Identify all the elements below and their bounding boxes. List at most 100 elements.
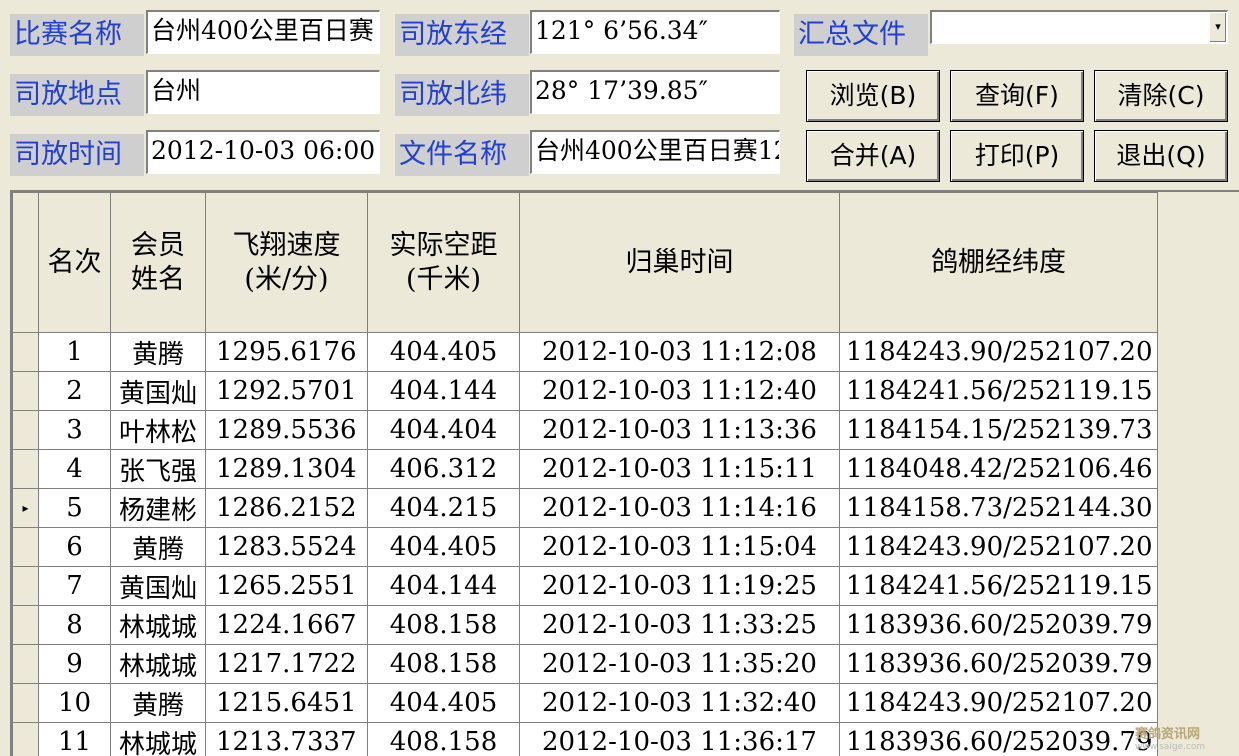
column-header-distance[interactable]: 实际空距 (千米) <box>367 192 520 333</box>
cell-speed[interactable]: 1286.2152 <box>205 488 368 528</box>
table-row[interactable]: ▸ 5 杨建彬 1286.2152 404.215 2012-10-03 11:14:16… <box>12 488 1158 528</box>
cell-distance[interactable]: 404.144 <box>367 371 520 411</box>
table-row[interactable]: 2 黄国灿 1292.5701 404.144 2012-10-03 11:12:40 1… <box>12 371 1158 411</box>
merge-button[interactable]: 合并(A) <box>806 130 940 182</box>
cell-rank[interactable]: 7 <box>38 566 111 606</box>
table-row[interactable]: 4 张飞强 1289.1304 406.312 2012-10-03 11:15:11 1… <box>12 449 1158 489</box>
cell-member[interactable]: 黄腾 <box>110 527 206 567</box>
cell-loft-coords[interactable]: 1183936.60/252039.79 <box>839 644 1158 684</box>
cell-distance[interactable]: 404.405 <box>367 527 520 567</box>
cell-speed[interactable]: 1265.2551 <box>205 566 368 606</box>
row-selector[interactable] <box>12 683 39 723</box>
cell-rank[interactable]: 3 <box>38 410 111 450</box>
cell-loft-coords[interactable]: 1184154.15/252139.73 <box>839 410 1158 450</box>
cell-speed[interactable]: 1289.1304 <box>205 449 368 489</box>
row-selector[interactable]: ▸ <box>12 488 39 528</box>
cell-arrival-time[interactable]: 2012-10-03 11:36:17 <box>519 722 840 756</box>
latitude-input[interactable]: 28° 17’39.85″ <box>530 70 780 114</box>
row-selector[interactable] <box>12 449 39 489</box>
cell-member[interactable]: 黄腾 <box>110 332 206 372</box>
query-button[interactable]: 查询(F) <box>950 70 1084 122</box>
release-time-input[interactable]: 2012-10-03 06:00 <box>146 130 380 174</box>
cell-rank[interactable]: 9 <box>38 644 111 684</box>
row-selector[interactable] <box>12 527 39 567</box>
table-row[interactable]: 1 黄腾 1295.6176 404.405 2012-10-03 11:12:08 11… <box>12 332 1158 372</box>
cell-member[interactable]: 张飞强 <box>110 449 206 489</box>
cell-arrival-time[interactable]: 2012-10-03 11:15:04 <box>519 527 840 567</box>
cell-distance[interactable]: 404.215 <box>367 488 520 528</box>
cell-distance[interactable]: 404.405 <box>367 683 520 723</box>
cell-member[interactable]: 林城城 <box>110 722 206 756</box>
cell-arrival-time[interactable]: 2012-10-03 11:15:11 <box>519 449 840 489</box>
filename-input[interactable]: 台州400公里百日赛12 <box>530 130 780 174</box>
row-selector[interactable] <box>12 332 39 372</box>
cell-speed[interactable]: 1217.1722 <box>205 644 368 684</box>
cell-loft-coords[interactable]: 1183936.60/252039.79 <box>839 722 1158 756</box>
cell-distance[interactable]: 404.144 <box>367 566 520 606</box>
cell-distance[interactable]: 404.405 <box>367 332 520 372</box>
race-name-input[interactable]: 台州400公里百日赛 <box>146 10 380 54</box>
cell-arrival-time[interactable]: 2012-10-03 11:14:16 <box>519 488 840 528</box>
cell-speed[interactable]: 1283.5524 <box>205 527 368 567</box>
cell-member[interactable]: 林城城 <box>110 644 206 684</box>
cell-rank[interactable]: 1 <box>38 332 111 372</box>
cell-distance[interactable]: 408.158 <box>367 644 520 684</box>
row-selector[interactable] <box>12 722 39 756</box>
cell-arrival-time[interactable]: 2012-10-03 11:35:20 <box>519 644 840 684</box>
cell-speed[interactable]: 1215.6451 <box>205 683 368 723</box>
cell-distance[interactable]: 406.312 <box>367 449 520 489</box>
column-header-rank[interactable]: 名次 <box>38 192 111 333</box>
column-header-speed[interactable]: 飞翔速度 (米/分) <box>205 192 368 333</box>
dropdown-arrow-icon[interactable]: ▾ <box>1209 13 1226 42</box>
cell-speed[interactable]: 1289.5536 <box>205 410 368 450</box>
cell-rank[interactable]: 6 <box>38 527 111 567</box>
cell-distance[interactable]: 404.404 <box>367 410 520 450</box>
cell-arrival-time[interactable]: 2012-10-03 11:19:25 <box>519 566 840 606</box>
cell-rank[interactable]: 11 <box>38 722 111 756</box>
cell-loft-coords[interactable]: 1184048.42/252106.46 <box>839 449 1158 489</box>
cell-rank[interactable]: 5 <box>38 488 111 528</box>
cell-speed[interactable]: 1292.5701 <box>205 371 368 411</box>
table-row[interactable]: 7 黄国灿 1265.2551 404.144 2012-10-03 11:19:25 1… <box>12 566 1158 606</box>
cell-loft-coords[interactable]: 1183936.60/252039.79 <box>839 605 1158 645</box>
table-row[interactable]: 8 林城城 1224.1667 408.158 2012-10-03 11:33:25 1… <box>12 605 1158 645</box>
cell-distance[interactable]: 408.158 <box>367 605 520 645</box>
cell-member[interactable]: 叶林松 <box>110 410 206 450</box>
cell-speed[interactable]: 1295.6176 <box>205 332 368 372</box>
exit-button[interactable]: 退出(Q) <box>1094 130 1228 182</box>
cell-loft-coords[interactable]: 1184243.90/252107.20 <box>839 683 1158 723</box>
browse-button[interactable]: 浏览(B) <box>806 70 940 122</box>
cell-arrival-time[interactable]: 2012-10-03 11:13:36 <box>519 410 840 450</box>
cell-arrival-time[interactable]: 2012-10-03 11:32:40 <box>519 683 840 723</box>
row-selector[interactable] <box>12 644 39 684</box>
row-selector[interactable] <box>12 605 39 645</box>
cell-loft-coords[interactable]: 1184243.90/252107.20 <box>839 332 1158 372</box>
release-place-input[interactable]: 台州 <box>146 70 380 114</box>
table-row[interactable]: 10 黄腾 1215.6451 404.405 2012-10-03 11:32:40 1… <box>12 683 1158 723</box>
clear-button[interactable]: 清除(C) <box>1094 70 1228 122</box>
print-button[interactable]: 打印(P) <box>950 130 1084 182</box>
cell-speed[interactable]: 1213.7337 <box>205 722 368 756</box>
cell-loft-coords[interactable]: 1184241.56/252119.15 <box>839 371 1158 411</box>
column-header-member[interactable]: 会员 姓名 <box>110 192 206 333</box>
column-header-arrival-time[interactable]: 归巢时间 <box>519 192 840 333</box>
cell-member[interactable]: 黄国灿 <box>110 566 206 606</box>
cell-distance[interactable]: 408.158 <box>367 722 520 756</box>
column-header-loft-coords[interactable]: 鸽棚经纬度 <box>839 192 1158 333</box>
cell-rank[interactable]: 8 <box>38 605 111 645</box>
table-row[interactable]: 6 黄腾 1283.5524 404.405 2012-10-03 11:15:04 11… <box>12 527 1158 567</box>
table-row[interactable]: 11 林城城 1213.7337 408.158 2012-10-03 11:36:17… <box>12 722 1158 756</box>
cell-arrival-time[interactable]: 2012-10-03 11:12:08 <box>519 332 840 372</box>
row-selector[interactable] <box>12 410 39 450</box>
summary-file-select[interactable]: ▾ <box>930 10 1228 44</box>
cell-rank[interactable]: 2 <box>38 371 111 411</box>
row-selector[interactable] <box>12 566 39 606</box>
table-row[interactable]: 3 叶林松 1289.5536 404.404 2012-10-03 11:13:36 1… <box>12 410 1158 450</box>
cell-member[interactable]: 黄腾 <box>110 683 206 723</box>
row-selector[interactable] <box>12 371 39 411</box>
cell-speed[interactable]: 1224.1667 <box>205 605 368 645</box>
cell-arrival-time[interactable]: 2012-10-03 11:33:25 <box>519 605 840 645</box>
cell-member[interactable]: 杨建彬 <box>110 488 206 528</box>
cell-loft-coords[interactable]: 1184158.73/252144.30 <box>839 488 1158 528</box>
longitude-input[interactable]: 121° 6’56.34″ <box>530 10 780 54</box>
